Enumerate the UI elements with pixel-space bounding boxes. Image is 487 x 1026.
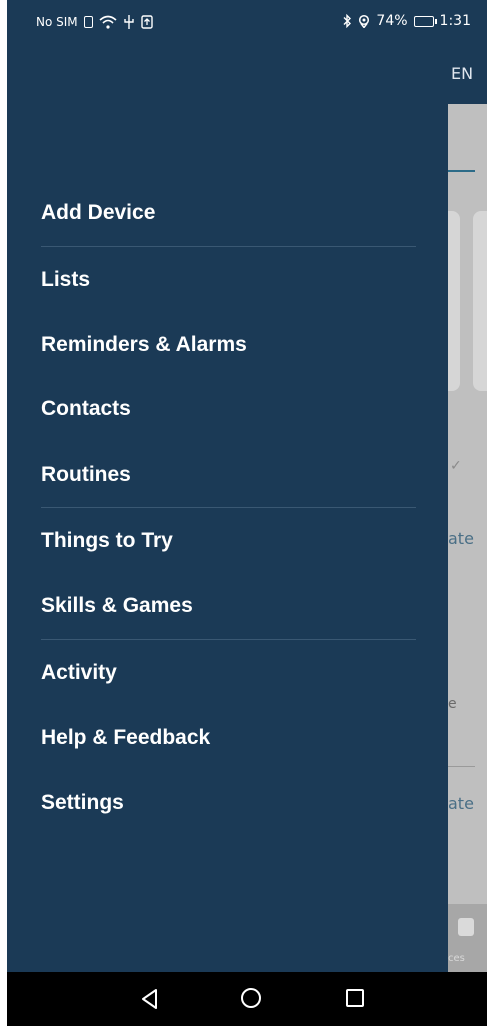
status-bar: No SIM 74% 1:31: [7, 0, 487, 46]
back-icon[interactable]: [135, 984, 165, 1014]
menu-item-reminders-alarms[interactable]: Reminders & Alarms: [41, 332, 247, 358]
menu-item-lists[interactable]: Lists: [41, 267, 90, 293]
menu-divider: [41, 507, 416, 508]
background-text: ate: [448, 794, 474, 813]
background-divider: [448, 766, 475, 767]
recent-apps-icon[interactable]: [346, 989, 364, 1007]
menu-item-add-device[interactable]: Add Device: [41, 200, 155, 226]
clock: 1:31: [439, 13, 471, 29]
sim-icon: [83, 16, 93, 28]
menu-item-skills-games[interactable]: Skills & Games: [41, 593, 193, 619]
phone-screen: No SIM 74% 1:31 EN ✓ ate e ate ces Add D…: [7, 0, 487, 1026]
background-text: ate: [448, 529, 474, 548]
background-text: e: [448, 696, 457, 712]
home-icon[interactable]: [241, 988, 261, 1008]
background-header: EN: [448, 46, 487, 104]
status-left: No SIM: [36, 15, 153, 29]
battery-percent: 74%: [376, 13, 408, 29]
menu-item-routines[interactable]: Routines: [41, 462, 131, 488]
status-right: 74% 1:31: [342, 13, 471, 29]
upload-icon: [140, 15, 153, 29]
devices-icon: [458, 918, 474, 936]
location-icon: [359, 14, 370, 28]
carrier-label: No SIM: [36, 15, 78, 29]
check-icon: ✓: [450, 458, 462, 474]
usb-icon: [123, 15, 134, 29]
system-nav-bar: [7, 972, 487, 1026]
background-card: [473, 211, 487, 391]
menu-divider: [41, 246, 416, 247]
background-header-text: EN: [451, 64, 474, 83]
menu-item-activity[interactable]: Activity: [41, 660, 117, 686]
background-card: [448, 211, 460, 391]
menu-item-things-to-try[interactable]: Things to Try: [41, 528, 173, 554]
navigation-drawer: Add Device Lists Reminders & Alarms Cont…: [7, 46, 448, 972]
wifi-icon: [99, 15, 117, 29]
background-tab-label: ces: [448, 953, 465, 964]
battery-icon: [413, 15, 437, 27]
background-tab-underline: [448, 170, 475, 172]
bluetooth-icon: [343, 14, 352, 28]
menu-item-help-feedback[interactable]: Help & Feedback: [41, 725, 210, 751]
menu-item-settings[interactable]: Settings: [41, 790, 124, 816]
background-tab-bar: ces: [448, 904, 487, 972]
menu-divider: [41, 639, 416, 640]
menu-item-contacts[interactable]: Contacts: [41, 396, 131, 422]
